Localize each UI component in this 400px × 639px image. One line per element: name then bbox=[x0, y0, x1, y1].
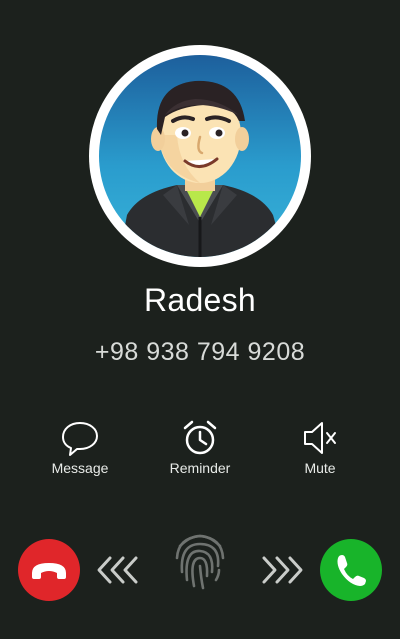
mute-label: Mute bbox=[304, 460, 336, 476]
answer-call-button[interactable] bbox=[320, 539, 382, 601]
caller-name: Radesh bbox=[143, 282, 257, 318]
chat-bubble-icon bbox=[60, 418, 100, 458]
message-label: Message bbox=[51, 460, 109, 476]
decline-call-button[interactable] bbox=[18, 539, 80, 601]
speaker-mute-icon bbox=[300, 418, 340, 458]
incoming-call-screen: Radesh +98 938 794 9208 Message Reminder bbox=[0, 0, 400, 639]
caller-number: +98 938 794 9208 bbox=[94, 338, 306, 366]
alarm-clock-icon bbox=[180, 418, 220, 458]
fingerprint-icon[interactable] bbox=[172, 528, 228, 592]
swipe-right-arrows-icon bbox=[262, 556, 303, 584]
swipe-left-arrows-icon bbox=[97, 556, 138, 584]
reminder-button[interactable]: Reminder bbox=[150, 418, 250, 482]
reminder-label: Reminder bbox=[169, 460, 231, 476]
avatar-image bbox=[99, 55, 301, 257]
phone-icon bbox=[337, 555, 366, 586]
mute-button[interactable]: Mute bbox=[270, 418, 370, 482]
phone-hangup-icon bbox=[32, 563, 66, 579]
caller-avatar bbox=[89, 45, 311, 267]
message-button[interactable]: Message bbox=[30, 418, 130, 482]
